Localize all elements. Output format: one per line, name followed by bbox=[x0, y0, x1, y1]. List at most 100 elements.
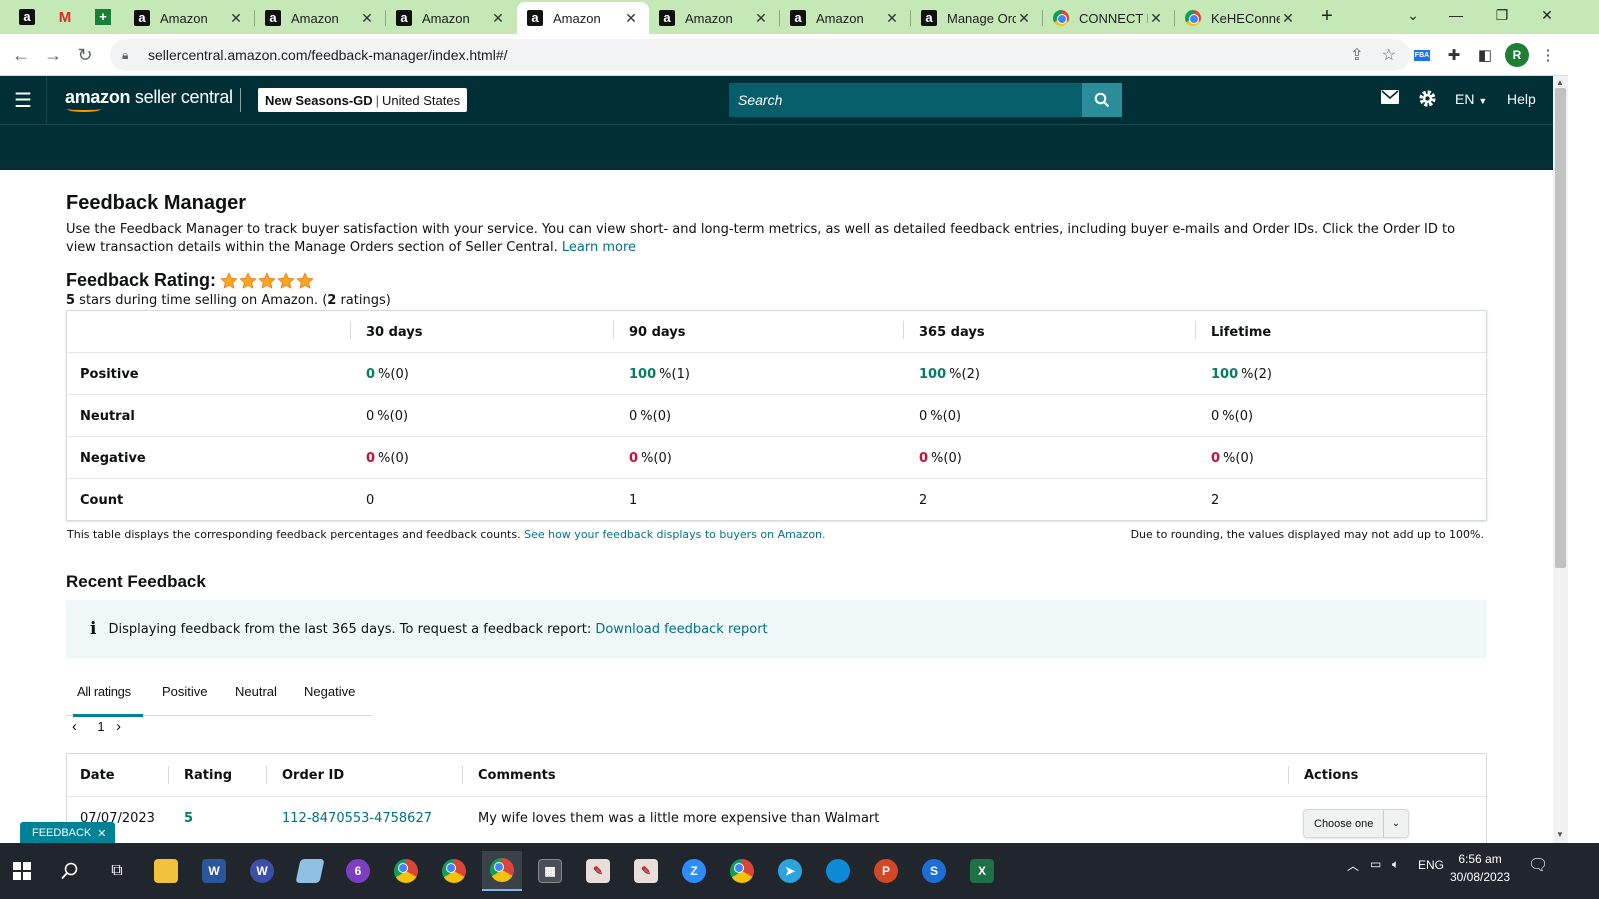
pagination: ‹ 1 › bbox=[72, 718, 121, 735]
tab-connect[interactable]: CONNECT Re✕ bbox=[1043, 2, 1174, 34]
mail-icon[interactable] bbox=[1381, 90, 1399, 109]
metric-cell: 0 %(0) bbox=[629, 450, 672, 466]
settings-gear-icon[interactable] bbox=[1418, 89, 1437, 113]
close-icon[interactable]: ✕ bbox=[228, 10, 244, 27]
window-close-icon[interactable]: ✕ bbox=[1524, 0, 1570, 30]
actions-dropdown[interactable]: Choose one ⌄ bbox=[1303, 809, 1409, 838]
share-and-bookmark-icons[interactable]: ⇪ ☆ bbox=[1350, 45, 1396, 65]
pinned-tab-amazon[interactable]: a bbox=[15, 5, 39, 29]
chrome-profile-active-icon[interactable] bbox=[482, 851, 522, 891]
tab-amazon-2[interactable]: a Amazon ✕ bbox=[255, 2, 385, 34]
search-button[interactable] bbox=[1082, 83, 1122, 117]
reload-icon[interactable]: ↻ bbox=[72, 42, 98, 68]
restore-icon[interactable]: ❐ bbox=[1479, 0, 1525, 30]
hamburger-menu-icon[interactable]: ☰ bbox=[0, 76, 47, 124]
tray-chevron-up-icon[interactable]: ︿ bbox=[1347, 857, 1359, 874]
url-field[interactable]: 🔒︎ sellercentral.amazon.com/feedback-man… bbox=[110, 39, 1410, 71]
seller-central-subnav bbox=[0, 124, 1584, 170]
task-view-icon[interactable]: ⧉ bbox=[97, 851, 137, 891]
tab-negative[interactable]: Negative bbox=[304, 684, 355, 699]
input-language[interactable]: ENG bbox=[1418, 858, 1444, 872]
close-icon[interactable]: ✕ bbox=[753, 10, 769, 27]
new-tab-plus-icon[interactable]: + bbox=[1305, 1, 1349, 31]
prev-page-chevron-icon[interactable]: ‹ bbox=[72, 718, 90, 735]
close-icon[interactable]: ✕ bbox=[490, 10, 506, 27]
search-input[interactable]: Search bbox=[729, 83, 1082, 117]
close-icon[interactable]: ✕ bbox=[1148, 10, 1164, 27]
tab-kehe[interactable]: KeHEConnec✕ bbox=[1175, 2, 1306, 34]
close-icon[interactable]: ✕ bbox=[1016, 10, 1032, 27]
tab-search-chevron-icon[interactable]: ⌄ bbox=[1390, 0, 1436, 30]
skype-icon[interactable]: S bbox=[914, 851, 954, 891]
bookmark-star-icon[interactable]: ☆ bbox=[1382, 47, 1396, 64]
app-badge-icon[interactable]: 6 bbox=[338, 851, 378, 891]
tab-amazon-5[interactable]: a Amazon ✕ bbox=[649, 2, 779, 34]
back-arrow-icon[interactable]: ← bbox=[8, 42, 34, 68]
seller-central-logo[interactable]: amazon seller central bbox=[65, 87, 233, 108]
browser-menu-icon[interactable]: ⋮ bbox=[1536, 43, 1560, 67]
tab-amazon-3[interactable]: a Amazon ✕ bbox=[386, 2, 516, 34]
help-link[interactable]: Help bbox=[1507, 91, 1536, 107]
powerpoint-icon[interactable]: P bbox=[866, 851, 906, 891]
tab-all-ratings[interactable]: All ratings bbox=[77, 684, 131, 699]
chrome-profile-3-icon[interactable] bbox=[722, 851, 762, 891]
system-clock[interactable]: 6:56 am 30/08/2023 bbox=[1450, 850, 1510, 886]
network-icon[interactable]: ▭ bbox=[1370, 857, 1381, 871]
volume-icon[interactable]: 🔈︎ bbox=[1392, 857, 1399, 872]
file-explorer-icon[interactable] bbox=[146, 851, 186, 891]
app-photo-1-icon[interactable]: ✎ bbox=[578, 851, 618, 891]
next-page-chevron-icon[interactable]: › bbox=[116, 718, 121, 735]
learn-more-link[interactable]: Learn more bbox=[562, 240, 636, 255]
notepad-icon[interactable] bbox=[290, 851, 330, 891]
tab-amazon-active[interactable]: a Amazon ✕ bbox=[517, 2, 649, 34]
minimize-icon[interactable]: — bbox=[1433, 0, 1479, 30]
app-photo-2-icon[interactable]: ✎ bbox=[626, 851, 666, 891]
extensions-puzzle-icon[interactable]: ✚ bbox=[1442, 43, 1466, 67]
language-selector[interactable]: EN ▼ bbox=[1455, 91, 1487, 107]
side-panel-icon[interactable]: ◧ bbox=[1473, 43, 1497, 67]
notifications-icon[interactable]: 🗨︎ bbox=[1528, 855, 1548, 875]
tab-amazon-1[interactable]: a Amazon ✕ bbox=[124, 2, 254, 34]
column-header-rating: Rating bbox=[184, 767, 233, 783]
download-feedback-report-link[interactable]: Download feedback report bbox=[595, 622, 767, 637]
app-shield-icon[interactable]: W bbox=[242, 851, 282, 891]
forward-arrow-icon[interactable]: → bbox=[40, 42, 66, 68]
scroll-down-icon[interactable]: ▼ bbox=[1556, 830, 1564, 839]
pinned-tab-sheets[interactable]: + bbox=[91, 5, 115, 29]
feedback-display-link[interactable]: See how your feedback displays to buyers… bbox=[524, 528, 825, 541]
metric-cell: 100 %(1) bbox=[629, 366, 690, 382]
order-id-link[interactable]: 112-8470553-4758627 bbox=[282, 811, 432, 826]
tab-manage-orders[interactable]: aManage Orde✕ bbox=[911, 2, 1042, 34]
scroll-up-icon[interactable]: ▲ bbox=[1556, 78, 1564, 87]
page-number[interactable]: 1 bbox=[90, 719, 112, 734]
page-scrollbar[interactable]: ▲ ▼ bbox=[1553, 76, 1568, 843]
scroll-thumb[interactable] bbox=[1555, 88, 1566, 568]
edge-icon[interactable] bbox=[818, 851, 858, 891]
feedback-tab-button[interactable]: FEEDBACK ✕ bbox=[20, 822, 115, 844]
profile-avatar[interactable]: R bbox=[1505, 43, 1529, 67]
close-icon[interactable]: ✕ bbox=[359, 10, 375, 27]
share-icon[interactable]: ⇪ bbox=[1350, 47, 1363, 64]
amazon-favicon: a bbox=[134, 10, 150, 26]
excel-icon[interactable]: X bbox=[962, 851, 1002, 891]
calculator-icon[interactable]: ▦ bbox=[530, 851, 570, 891]
close-icon[interactable]: ✕ bbox=[623, 10, 639, 27]
telegram-icon[interactable]: ➤ bbox=[770, 851, 810, 891]
fba-extension-icon[interactable]: FBA bbox=[1410, 43, 1434, 67]
page-title: Feedback Manager bbox=[66, 192, 247, 214]
store-switcher[interactable]: New Seasons-GD | United States bbox=[258, 88, 468, 112]
chrome-profile-1-icon[interactable] bbox=[386, 851, 426, 891]
column-header-actions: Actions bbox=[1304, 767, 1359, 783]
chrome-profile-2-icon[interactable] bbox=[434, 851, 474, 891]
start-windows-icon[interactable] bbox=[2, 851, 42, 891]
pinned-tab-gmail[interactable]: M bbox=[53, 5, 77, 29]
word-icon[interactable]: W bbox=[194, 851, 234, 891]
tab-neutral[interactable]: Neutral bbox=[235, 684, 277, 699]
close-icon[interactable]: ✕ bbox=[1280, 10, 1296, 27]
tab-positive[interactable]: Positive bbox=[162, 684, 208, 699]
tab-amazon-6[interactable]: a Amazon ✕ bbox=[780, 2, 910, 34]
taskbar-search-icon[interactable] bbox=[50, 851, 90, 891]
close-icon[interactable]: ✕ bbox=[97, 827, 106, 840]
zoom-icon[interactable]: Z bbox=[674, 851, 714, 891]
close-icon[interactable]: ✕ bbox=[884, 10, 900, 27]
